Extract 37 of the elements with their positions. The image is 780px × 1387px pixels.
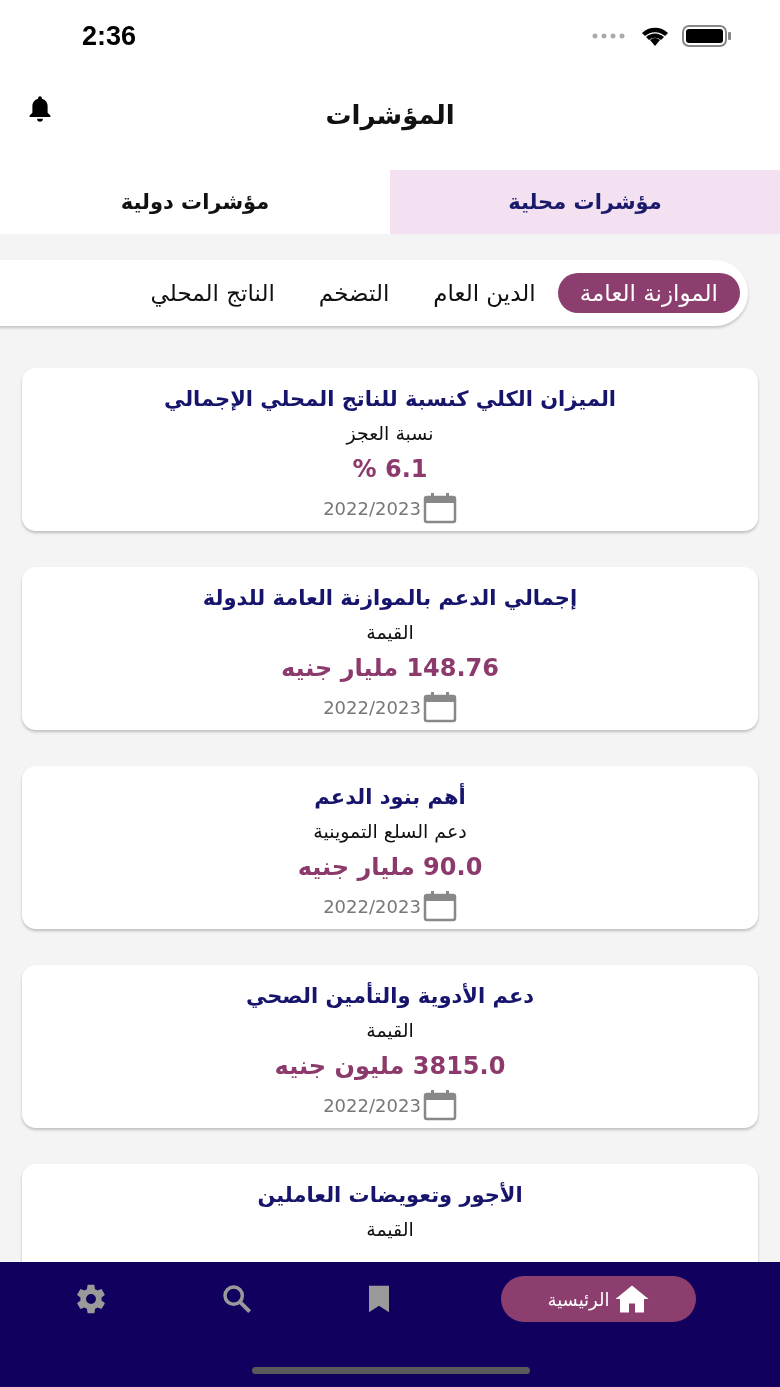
category-chip[interactable]: الناتج المحلي (128, 273, 297, 313)
card-date: 2022/2023 (323, 696, 421, 718)
bookmark-icon (366, 1284, 392, 1314)
card-subtitle: دعم السلع التموينية (313, 819, 467, 845)
card-subtitle: نسبة العجز (346, 421, 434, 447)
card-date: 2022/2023 (323, 497, 421, 519)
card-subtitle: القيمة (366, 1217, 414, 1242)
calendar-icon (422, 1089, 457, 1121)
card-value: 148.76 مليار جنيه (280, 653, 500, 684)
category-chip[interactable]: الدين العام (411, 273, 558, 313)
page-title: المؤشرات (325, 100, 455, 130)
card-title: إجمالي الدعم بالموازنة العامة للدولة (202, 585, 578, 612)
card-date: 2022/2023 (323, 895, 421, 917)
settings-icon (74, 1282, 108, 1316)
calendar-icon (422, 691, 457, 723)
card-date: 2022/2023 (323, 1094, 421, 1116)
card-title: أهم بنود الدعم (314, 782, 466, 811)
indicator-card[interactable]: الأجور وتعويضات العاملين القيمة (22, 1164, 758, 1262)
search-icon (221, 1283, 253, 1315)
card-title: الميزان الكلي كنسبة للناتج المحلي الإجمالي (163, 386, 617, 413)
wifi-icon (640, 25, 670, 47)
category-chip[interactable]: الموازنة العامة (557, 273, 740, 313)
card-value: 90.0 مليار جنيه (297, 852, 483, 883)
home-nav-button[interactable]: الرئيسية (501, 1276, 696, 1322)
card-subtitle: القيمة (366, 620, 414, 645)
calendar-icon (422, 890, 457, 922)
tab[interactable]: مؤشرات محلية (390, 170, 780, 234)
battery-icon (682, 25, 732, 47)
calendar-icon (422, 492, 457, 524)
card-subtitle: القيمة (366, 1018, 414, 1043)
card-title: دعم الأدوية والتأمين الصحي (245, 981, 534, 1010)
card-title: الأجور وتعويضات العاملين (257, 1181, 523, 1209)
status-time: 2:36 (82, 20, 137, 52)
home-icon (613, 1284, 650, 1314)
card-value: 3815.0 مليون جنيه (274, 1051, 506, 1082)
category-chip[interactable]: التضخم (296, 273, 412, 313)
card-value: 6.1 % (352, 454, 428, 485)
